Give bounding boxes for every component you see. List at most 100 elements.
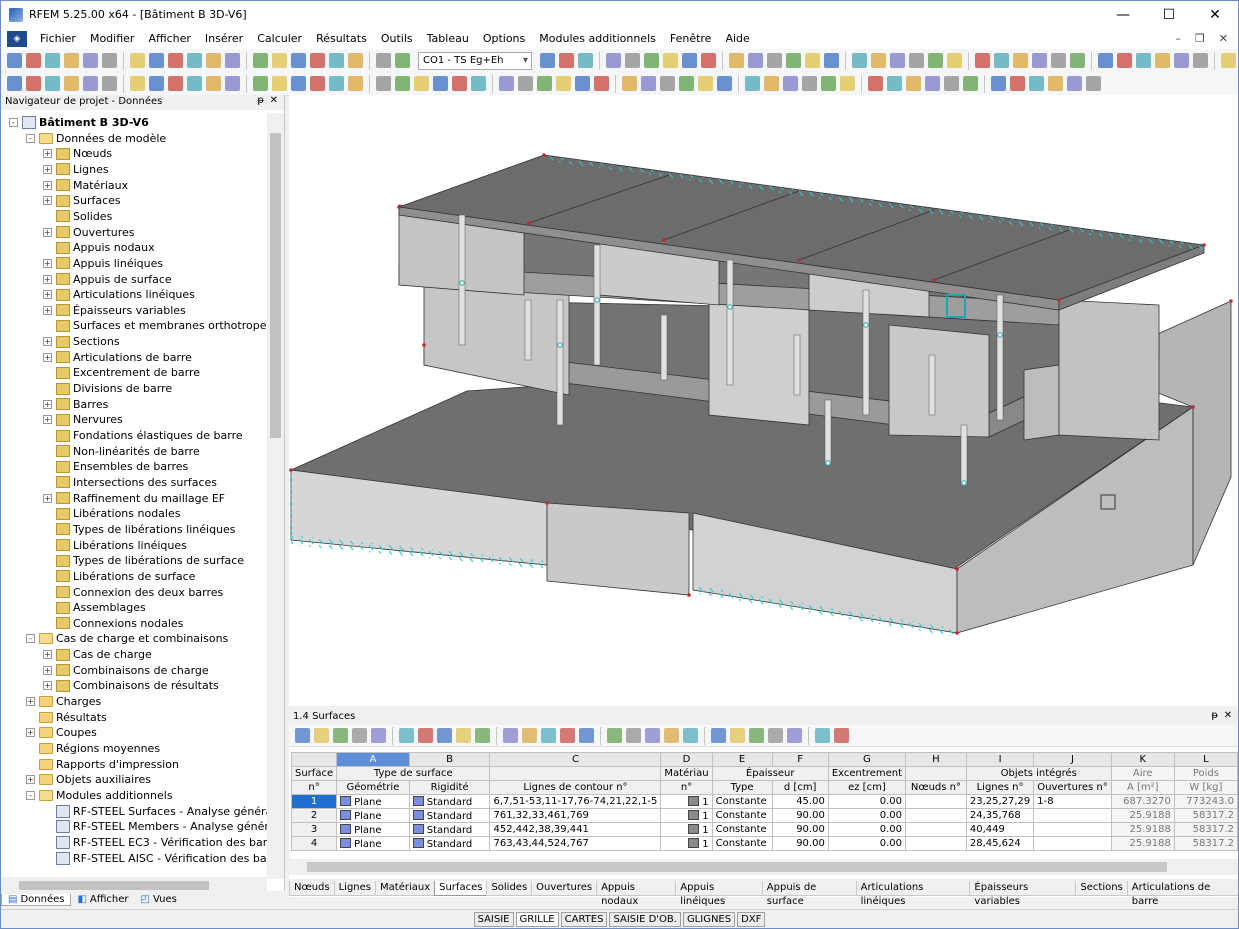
- table-cell[interactable]: 452,442,38,39,441: [489, 822, 662, 837]
- tree-node[interactable]: - Données de modèle: [26, 131, 166, 146]
- tree-node[interactable]: + Objets auxiliaires: [26, 772, 151, 787]
- expand-icon[interactable]: +: [43, 493, 52, 503]
- tab-afficher[interactable]: ◧ Afficher: [71, 894, 134, 905]
- toolbar-tool-icon[interactable]: [225, 53, 240, 68]
- toolbar-tool-icon[interactable]: [606, 53, 621, 68]
- tree-node[interactable]: Non-linéarités de barre: [43, 444, 200, 459]
- table-tool-icon[interactable]: [749, 728, 764, 743]
- table-tool-icon[interactable]: [768, 728, 783, 743]
- toolbar-tool-icon[interactable]: [376, 76, 391, 91]
- expand-icon[interactable]: +: [43, 415, 52, 425]
- table-cell[interactable]: 1: [660, 808, 713, 823]
- toolbar-tool-icon[interactable]: [329, 53, 344, 68]
- table-tool-icon[interactable]: [522, 728, 537, 743]
- toolbar-tool-icon[interactable]: [1032, 53, 1047, 68]
- tree-node[interactable]: + Combinaisons de résultats: [43, 678, 219, 693]
- table-cell[interactable]: 1-8: [1033, 794, 1112, 809]
- tree-node[interactable]: Intersections des surfaces: [43, 475, 217, 490]
- tree-node[interactable]: Divisions de barre: [43, 381, 172, 396]
- toolbar-tool-icon[interactable]: [578, 53, 593, 68]
- tree-node[interactable]: Surfaces et membranes orthotropes: [43, 318, 267, 333]
- toolbar-tool-icon[interactable]: [963, 76, 978, 91]
- close-icon[interactable]: ✕: [1224, 710, 1232, 721]
- table-cell[interactable]: Plane: [336, 822, 410, 837]
- tree-node[interactable]: Fondations élastiques de barre: [43, 428, 243, 443]
- tree-node[interactable]: Appuis nodaux: [43, 240, 155, 255]
- toolbar-tool-icon[interactable]: [975, 53, 990, 68]
- tree-node[interactable]: - Modules additionnels: [26, 788, 173, 803]
- table-tool-icon[interactable]: [815, 728, 830, 743]
- tree-node[interactable]: RF-STEEL Members - Analyse générale d: [43, 819, 267, 834]
- expand-icon[interactable]: +: [43, 227, 52, 237]
- tree-node[interactable]: + Appuis de surface: [43, 272, 172, 287]
- table-cell[interactable]: [905, 808, 967, 823]
- toolbar-tool-icon[interactable]: [1051, 53, 1066, 68]
- navigator-vscrollbar[interactable]: [267, 113, 284, 879]
- expand-icon[interactable]: +: [43, 290, 52, 300]
- toolbar-tool-icon[interactable]: [348, 53, 363, 68]
- table-cell[interactable]: Plane: [336, 794, 410, 809]
- table-hscrollbar[interactable]: [289, 859, 1238, 875]
- toolbar-tool-icon[interactable]: [1117, 53, 1132, 68]
- table-cell[interactable]: Standard: [408, 822, 491, 837]
- toolbar-tool-icon[interactable]: [329, 76, 344, 91]
- expand-icon[interactable]: +: [43, 180, 52, 190]
- table-tool-icon[interactable]: [664, 728, 679, 743]
- table-tab[interactable]: Appuis linéiques: [675, 881, 763, 907]
- table-cell[interactable]: 25.9188: [1110, 808, 1175, 823]
- expand-icon[interactable]: +: [43, 149, 52, 159]
- expand-icon[interactable]: +: [43, 337, 52, 347]
- table-cell[interactable]: Plane: [336, 808, 410, 823]
- table-cell[interactable]: 687.3270: [1110, 794, 1175, 809]
- tree-node[interactable]: - Bâtiment B 3D-V6: [9, 115, 149, 130]
- toolbar-tool-icon[interactable]: [890, 53, 905, 68]
- expand-icon[interactable]: +: [26, 775, 35, 785]
- table-tool-icon[interactable]: [352, 728, 367, 743]
- tree-node[interactable]: + Sections: [43, 334, 120, 349]
- table-cell[interactable]: [1033, 822, 1112, 837]
- collapse-icon[interactable]: -: [9, 118, 18, 127]
- toolbar-tool-icon[interactable]: [805, 53, 820, 68]
- menu-modules-additionnels[interactable]: Modules additionnels: [532, 28, 663, 49]
- table-cell[interactable]: Standard: [408, 808, 491, 823]
- table-cell[interactable]: 1: [660, 836, 713, 851]
- menu-afficher[interactable]: Afficher: [141, 28, 197, 49]
- toolbar-tool-icon[interactable]: [26, 76, 41, 91]
- menu-options[interactable]: Options: [476, 28, 532, 49]
- expand-icon[interactable]: +: [43, 196, 52, 206]
- minimize-button[interactable]: —: [1100, 1, 1146, 28]
- table-tab[interactable]: Sections: [1075, 881, 1128, 896]
- document-icon[interactable]: ◈: [7, 30, 27, 47]
- toolbar-tool-icon[interactable]: [310, 53, 325, 68]
- toolbar-tool-icon[interactable]: [83, 76, 98, 91]
- table-cell[interactable]: 25.9188: [1110, 836, 1175, 851]
- tree-node[interactable]: + Surfaces: [43, 193, 121, 208]
- expand-icon[interactable]: +: [43, 665, 52, 675]
- maximize-button[interactable]: ☐: [1146, 1, 1192, 28]
- tree-node[interactable]: Ensembles de barres: [43, 459, 188, 474]
- table-tab[interactable]: Surfaces: [434, 881, 488, 896]
- toolbar-tool-icon[interactable]: [518, 76, 533, 91]
- toolbar-tool-icon[interactable]: [991, 76, 1006, 91]
- toolbar-tool-icon[interactable]: [253, 53, 268, 68]
- toolbar-tool-icon[interactable]: [433, 76, 448, 91]
- table-tool-icon[interactable]: [711, 728, 726, 743]
- table-cell[interactable]: [905, 836, 967, 851]
- tree-node[interactable]: RF-STEEL Surfaces - Analyse générale de: [43, 804, 267, 819]
- menu-fichier[interactable]: Fichier: [33, 28, 83, 49]
- table-tab[interactable]: Solides: [486, 881, 533, 896]
- tree-node[interactable]: Rapports d'impression: [26, 757, 179, 772]
- table-tool-icon[interactable]: [626, 728, 641, 743]
- scroll-thumb[interactable]: [307, 862, 1167, 872]
- table-tool-icon[interactable]: [503, 728, 518, 743]
- toolbar-tool-icon[interactable]: [1067, 76, 1082, 91]
- tree-node[interactable]: + Charges: [26, 694, 101, 709]
- expand-icon[interactable]: +: [43, 681, 52, 691]
- row-number-cell[interactable]: 4: [290, 836, 338, 851]
- table-cell[interactable]: 6,7,51-53,11-17,76-74,21,22,1-5: [489, 794, 662, 809]
- toolbar-tool-icon[interactable]: [821, 76, 836, 91]
- tree-node[interactable]: - Cas de charge et combinaisons: [26, 631, 228, 646]
- table-tool-icon[interactable]: [314, 728, 329, 743]
- toolbar-tool-icon[interactable]: [641, 76, 656, 91]
- expand-icon[interactable]: +: [43, 399, 52, 409]
